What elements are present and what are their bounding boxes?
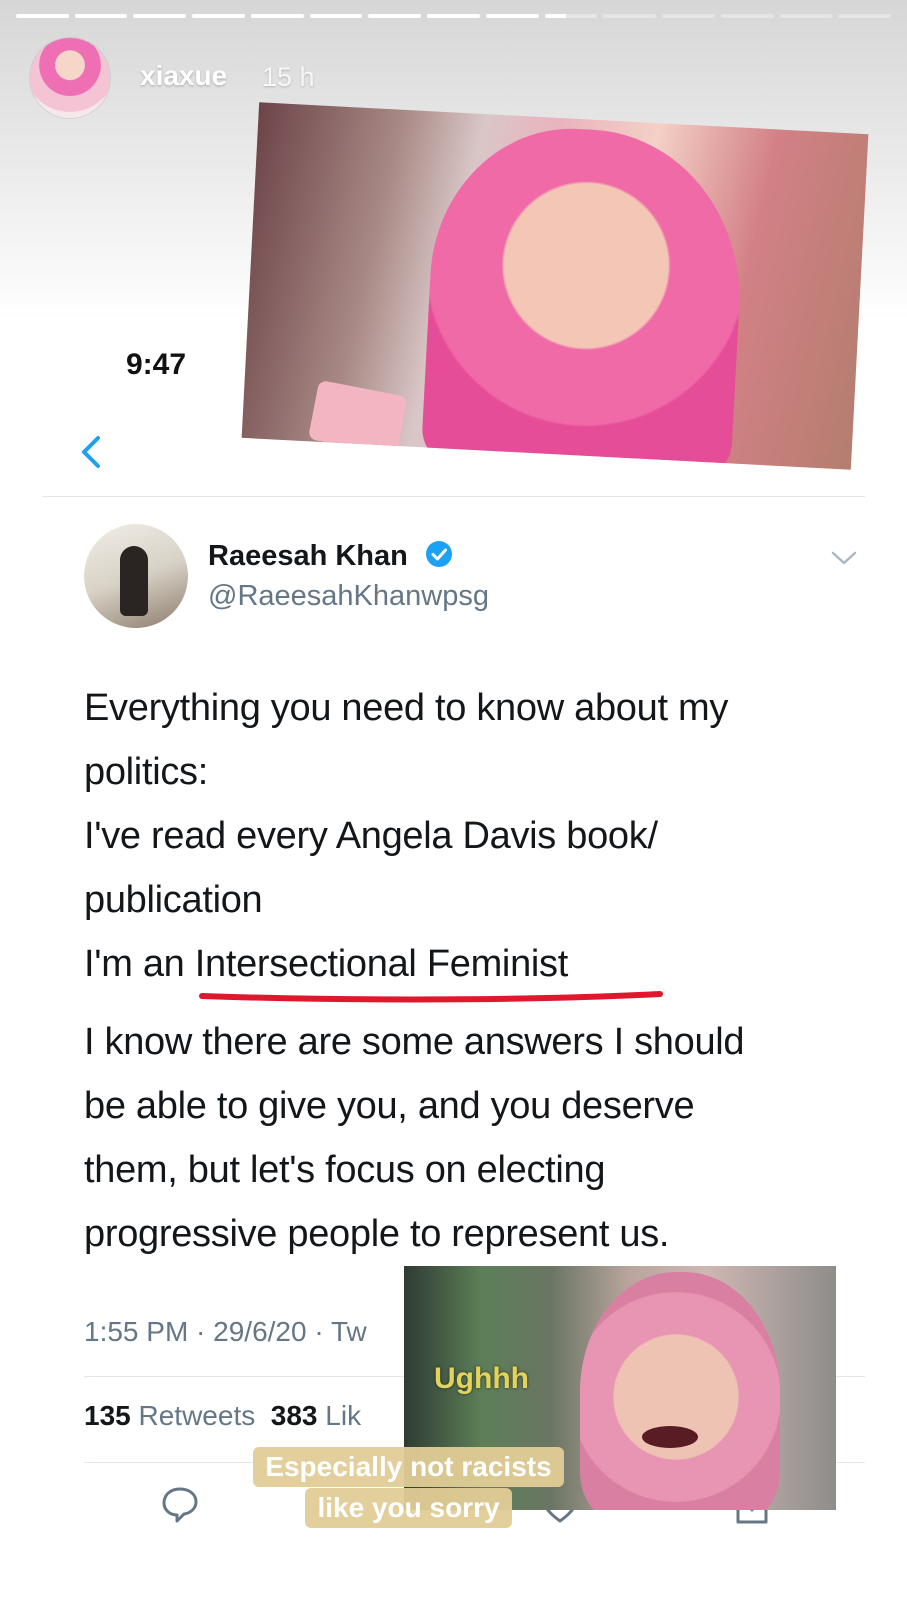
- photo-phone: [307, 379, 408, 456]
- underlined-phrase: Intersectional Feminist: [194, 943, 569, 985]
- progress-segment: [250, 14, 304, 18]
- progress-segment: [368, 14, 422, 18]
- retweets-label[interactable]: Retweets: [139, 1400, 256, 1431]
- tweet-line: them, but let's focus on electing: [84, 1149, 606, 1191]
- tweet-line: Everything you need to know about my: [84, 687, 729, 729]
- gif-caption: Ughhh: [434, 1362, 529, 1395]
- progress-segment: [662, 14, 715, 18]
- tweet-line-prefix: I'm an: [84, 943, 195, 985]
- story-username[interactable]: xiaxue: [140, 60, 227, 92]
- chevron-left-icon[interactable]: [72, 432, 112, 472]
- story-progress-bar: [16, 14, 892, 18]
- tweet-line: I know there are some answers I should: [84, 1021, 745, 1063]
- progress-segment: [779, 14, 833, 18]
- progress-segment: [603, 14, 657, 18]
- tweet-handle[interactable]: @RaeesahKhanwpsg: [208, 580, 489, 613]
- chevron-down-icon[interactable]: [830, 548, 858, 568]
- progress-segment: [133, 14, 187, 18]
- progress-segment: [485, 14, 539, 18]
- story-caption-line-1: Especially not racists: [0, 1447, 862, 1487]
- progress-segment: [192, 14, 245, 18]
- retweets-count[interactable]: 135: [84, 1400, 131, 1431]
- tweet-line: I've read every Angela Davis book/: [84, 815, 658, 857]
- caption-text: Especially not racists: [253, 1447, 564, 1487]
- tweet-text: Everything you need to know about my pol…: [84, 676, 854, 1266]
- story-avatar[interactable]: [30, 38, 110, 118]
- tweet-timestamp: 1:55 PM · 29/6/20 · Tw: [84, 1316, 367, 1347]
- story-time-ago: 15 h: [262, 62, 315, 92]
- tweet-line: be able to give you, and you deserve: [84, 1085, 695, 1127]
- progress-segment: [427, 14, 480, 18]
- progress-segment: [16, 14, 69, 18]
- progress-segment: [838, 14, 892, 18]
- progress-segment-current: [544, 14, 598, 18]
- likes-count[interactable]: 383: [271, 1400, 318, 1431]
- avatar[interactable]: [84, 524, 188, 628]
- photo-subject: [420, 121, 749, 470]
- gif-subject-mouth: [642, 1426, 698, 1448]
- progress-segment: [74, 14, 128, 18]
- story-caption-line-2: like you sorry: [0, 1488, 862, 1528]
- tweet-line: progressive people to represent us.: [84, 1213, 670, 1255]
- status-bar-time: 9:47: [126, 348, 187, 381]
- caption-text: like you sorry: [305, 1488, 512, 1528]
- progress-segment: [309, 14, 363, 18]
- avatar-figure: [120, 546, 148, 616]
- header-divider: [42, 496, 865, 497]
- tweet-display-name[interactable]: Raeesah Khan: [208, 540, 408, 573]
- likes-label[interactable]: Lik: [325, 1400, 361, 1431]
- tweet-engagement-counts: 135 Retweets 383 Lik: [84, 1400, 361, 1432]
- progress-segment: [720, 14, 774, 18]
- red-underline-annotation: [199, 991, 663, 1003]
- pink-hair-photo-sticker: [241, 102, 869, 470]
- tweet-line: publication: [84, 879, 263, 921]
- tweet-line: politics:: [84, 751, 209, 793]
- verified-badge-icon: [426, 541, 452, 567]
